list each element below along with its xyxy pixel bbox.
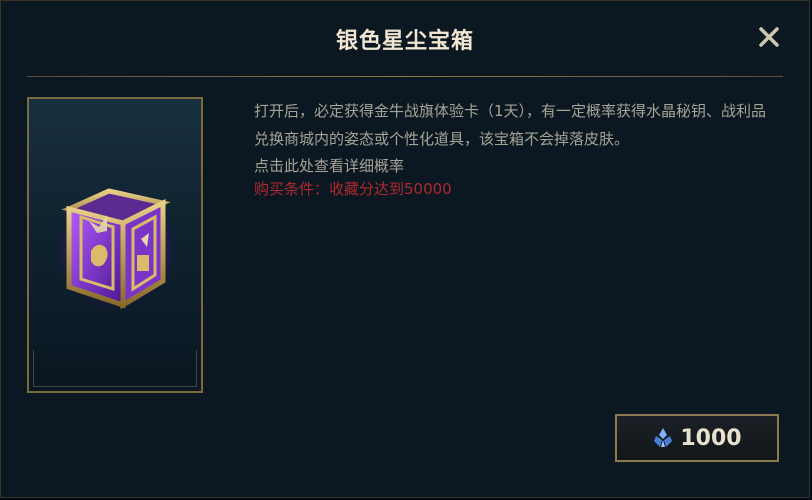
frame-ornament xyxy=(33,350,197,387)
chest-description: 打开后，必定获得金牛战旗体验卡（1天），有一定概率获得水晶秘钥、战利品兑换商城内… xyxy=(254,97,774,199)
purchase-condition: 购买条件：收藏分达到50000 xyxy=(254,180,452,198)
description-text: 打开后，必定获得金牛战旗体验卡（1天），有一定概率获得水晶秘钥、战利品兑换商城内… xyxy=(254,102,767,148)
chest-dialog: 银色星尘宝箱 打开后，必定获得金牛战旗体验卡（1天），有一定概率获得水晶秘钥、战… xyxy=(0,0,810,498)
close-icon[interactable] xyxy=(757,25,781,49)
price-label: 1000 xyxy=(680,425,742,451)
close-button[interactable] xyxy=(757,25,781,49)
blue-essence-icon xyxy=(654,428,673,447)
silver-stardust-chest-icon xyxy=(54,187,178,311)
dialog-title: 银色星尘宝箱 xyxy=(335,29,474,54)
purchase-button[interactable]: 1000 xyxy=(615,414,779,462)
title-divider xyxy=(27,76,783,77)
chest-preview-frame xyxy=(27,97,203,393)
view-probability-link[interactable]: 点击此处查看详细概率 xyxy=(254,153,774,179)
